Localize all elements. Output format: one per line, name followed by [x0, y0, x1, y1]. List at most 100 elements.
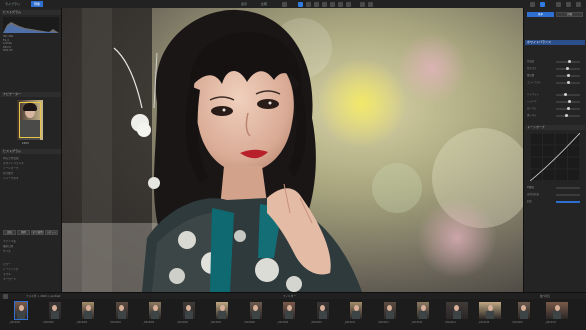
filmstrip-thumbnail[interactable] — [115, 302, 128, 319]
thumbnail-caption: _DSC0001 — [9, 321, 21, 324]
lower-row: 明瞭度 — [527, 186, 535, 189]
history-item[interactable]: ホワイトバランス — [3, 162, 24, 166]
tint-slider[interactable] — [556, 67, 580, 71]
filmstrip-thumbnail[interactable] — [350, 302, 362, 319]
apply-all-button[interactable]: 全て適用 — [31, 230, 44, 235]
thumbnail-subject-body — [84, 311, 92, 319]
tab-library[interactable]: ライブラリ — [2, 1, 23, 7]
history-item[interactable]: 切り抜き — [3, 172, 13, 176]
redo-icon[interactable] — [368, 1, 373, 7]
photo-viewer[interactable] — [62, 8, 523, 292]
shadows-slider[interactable] — [556, 100, 580, 104]
saturation-slider[interactable] — [556, 201, 580, 203]
slider-knob[interactable] — [566, 74, 570, 78]
detail-tab[interactable]: 詳細 — [556, 12, 583, 17]
filmstrip-thumbnail[interactable] — [316, 302, 329, 319]
thumbnail-subject-body — [318, 311, 327, 319]
thumbnail-caption: _DSC0015 — [478, 321, 490, 324]
menu-icon[interactable] — [576, 1, 581, 7]
vibrance-slider[interactable] — [556, 194, 580, 196]
select-tool-icon[interactable] — [298, 1, 303, 7]
thumbnail-caption: _DSC0003 — [76, 321, 88, 324]
filmstrip-thumbnail[interactable] — [546, 302, 568, 319]
slider-knob[interactable] — [566, 81, 570, 85]
slider-knob[interactable] — [568, 100, 572, 104]
tab-develop[interactable]: 現像 — [31, 1, 44, 7]
thumbnail-caption: _DSC0011 — [344, 321, 356, 324]
settings-icon[interactable] — [556, 1, 561, 7]
filmstrip-thumbnail[interactable] — [383, 302, 396, 319]
filmstrip-thumbnail[interactable] — [182, 302, 195, 319]
filmstrip-thumbnail[interactable] — [82, 302, 94, 319]
navigator-header[interactable]: ナビゲーター — [1, 92, 61, 97]
whites-slider[interactable] — [556, 107, 580, 111]
help-icon[interactable] — [566, 1, 571, 7]
histogram-header[interactable]: ヒストグラム — [1, 10, 61, 15]
redeye-icon[interactable] — [346, 1, 351, 7]
basic-tab[interactable]: 基本 — [527, 12, 554, 17]
history-item[interactable]: シャープネス — [3, 177, 18, 181]
exposure-slider[interactable] — [556, 74, 580, 78]
thumbnail-subject-body — [419, 311, 427, 319]
info-row: 撮影日時 — [3, 245, 14, 248]
tone-curve-header[interactable]: トーンカーブ — [525, 125, 585, 130]
clarity-slider[interactable] — [556, 187, 580, 189]
color-temp-slider[interactable] — [556, 60, 580, 64]
history-header[interactable]: ヒストグラム — [1, 149, 61, 154]
filmstrip-thumbnail[interactable] — [479, 302, 501, 319]
slider-knob[interactable] — [566, 107, 570, 111]
filmstrip-thumbnail[interactable] — [445, 302, 468, 319]
filmstrip-thumbnail[interactable] — [149, 302, 161, 319]
contrast-slider[interactable] — [556, 81, 580, 85]
thumbnail-subject-body — [519, 311, 528, 319]
info-row: キーワード — [3, 278, 16, 281]
slider-knob[interactable] — [565, 114, 569, 118]
rotate-icon[interactable] — [314, 1, 319, 7]
highlights-slider[interactable] — [556, 93, 580, 97]
view-tab-display[interactable]: 表示 — [238, 1, 250, 7]
filmstrip-thumbnail[interactable] — [283, 302, 295, 319]
thumbnail-caption: _DSC0002 — [42, 321, 54, 324]
slider-knob[interactable] — [567, 60, 571, 64]
navigator-frame[interactable] — [19, 102, 41, 138]
filmstrip-thumbnail[interactable] — [517, 302, 530, 319]
add-button[interactable]: 追加 — [3, 230, 16, 235]
thumbnail-subject-body — [285, 311, 293, 319]
filmstrip-thumbnail[interactable] — [48, 302, 61, 319]
tone-curve-graph[interactable] — [530, 133, 580, 181]
gradient-icon[interactable] — [330, 1, 335, 7]
delete-button[interactable]: 削除 — [17, 230, 30, 235]
thumbnail-caption: _DSC0014 — [444, 321, 456, 324]
thumbnail-caption: _DSC0009 — [277, 321, 289, 324]
thumbnail-caption: _DSC0012 — [377, 321, 389, 324]
info-row: ラベル — [3, 273, 11, 276]
info-row: カラー — [3, 263, 11, 266]
reset-button[interactable]: リセット — [45, 230, 58, 235]
thumbnail-subject-body — [452, 311, 461, 319]
filmstrip-thumbnail[interactable] — [417, 302, 429, 319]
filmstrip-thumbnail[interactable] — [249, 302, 262, 319]
navigator-zoom[interactable]: 100% — [22, 142, 29, 146]
thumbnail-subject-body — [17, 311, 25, 319]
thumbnail-caption: _DSC0006 — [176, 321, 188, 324]
undo-icon[interactable] — [360, 1, 365, 7]
filmstrip-thumbnail[interactable] — [14, 301, 28, 320]
single-view-icon[interactable] — [540, 1, 545, 7]
brush-icon[interactable] — [322, 1, 327, 7]
navigator-preview[interactable] — [17, 100, 43, 140]
blacks-slider[interactable] — [556, 114, 580, 118]
history-item[interactable]: 明るさを変更 — [3, 157, 19, 161]
info-row: レーティング — [3, 268, 19, 271]
slider-knob[interactable] — [564, 93, 568, 97]
zoom-icon[interactable] — [282, 1, 287, 7]
filmstrip-thumbnail[interactable] — [216, 302, 228, 319]
eyedropper-icon[interactable] — [338, 1, 343, 7]
thumbnail-subject-body — [486, 311, 494, 319]
slider-knob[interactable] — [566, 67, 570, 71]
view-tab-compare[interactable]: 比較 — [258, 1, 270, 7]
crop-icon[interactable] — [306, 1, 311, 7]
grid-view-icon[interactable] — [530, 1, 535, 7]
info-row: ファイル名 — [3, 240, 16, 243]
white-balance-header[interactable]: ホワイトバランス — [525, 40, 585, 45]
history-item[interactable]: トーンカーブ — [3, 167, 18, 171]
